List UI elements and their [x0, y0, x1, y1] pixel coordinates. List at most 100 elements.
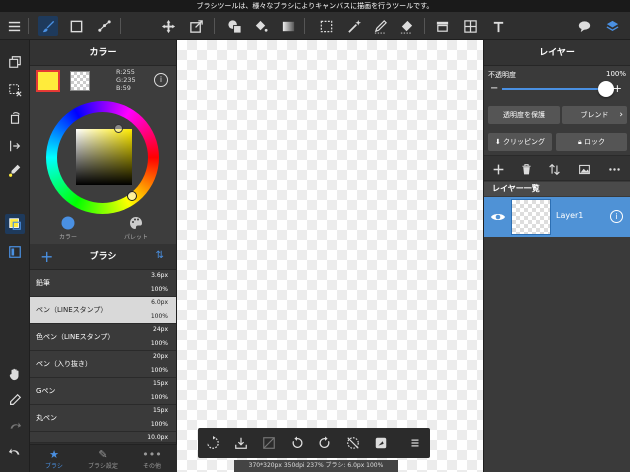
- brush-opacity: 100%: [150, 367, 168, 374]
- opacity-slider[interactable]: [502, 81, 614, 97]
- left-tool-strip: [0, 40, 30, 472]
- lock-label: ロック: [583, 138, 605, 146]
- tab-color-label: カラー: [58, 234, 77, 241]
- menu-more-icon[interactable]: [407, 435, 423, 451]
- brush-name: Gペン: [36, 387, 56, 395]
- bucket-icon[interactable]: [250, 16, 270, 36]
- tab-brush-label: ブラシ: [45, 463, 63, 470]
- hand-icon[interactable]: [5, 364, 25, 384]
- brush-item[interactable]: 色ペン（LINEスタンプ） 24px 100%: [30, 324, 176, 351]
- save-download-icon[interactable]: [233, 435, 249, 451]
- color-panel-toggle-icon[interactable]: [5, 214, 25, 234]
- layer-info-button[interactable]: i: [610, 210, 623, 223]
- opacity-decrease-button[interactable]: −: [490, 83, 498, 94]
- flip-icon[interactable]: [5, 136, 25, 156]
- brush-size: 10.0px: [147, 434, 168, 441]
- fill-shape-icon[interactable]: [224, 16, 244, 36]
- lock-button[interactable]: 🔒︎ ロック: [556, 133, 627, 151]
- sort-brush-button[interactable]: ⇅: [156, 250, 164, 261]
- store-icon[interactable]: [432, 16, 452, 36]
- tab-color[interactable]: カラー: [38, 216, 98, 242]
- blend-mode-button[interactable]: ブレンド ›: [562, 106, 627, 124]
- brush-panel: + ブラシ ⇅ 鉛筆 3.6px 100% ペン（LINEスタンプ） 6.0px 100%…: [30, 244, 177, 472]
- brush-size: 24px: [153, 326, 168, 333]
- eyedropper-icon[interactable]: [5, 390, 25, 410]
- rotate-right-icon[interactable]: [317, 435, 333, 451]
- color-circle-icon: [61, 216, 75, 230]
- layers-icon[interactable]: [602, 16, 622, 36]
- color-info-button[interactable]: i: [154, 73, 168, 87]
- tab-brush-settings[interactable]: ✎ ブラシ設定: [79, 448, 127, 470]
- foreground-color-swatch[interactable]: [36, 70, 60, 92]
- move-icon[interactable]: [158, 16, 178, 36]
- brush-name: ペン（入り抜き）: [36, 360, 92, 368]
- select-pen-icon-2[interactable]: [370, 16, 390, 36]
- blend-mode-label: ブレンド: [580, 111, 609, 119]
- tab-palette[interactable]: パレット: [106, 216, 166, 242]
- shape-icon[interactable]: [66, 16, 86, 36]
- eyedropper-color-icon[interactable]: [5, 160, 25, 180]
- canvas-size-icon[interactable]: [261, 435, 277, 451]
- delete-layer-icon[interactable]: [518, 161, 534, 177]
- layer-tool-row: [484, 155, 630, 181]
- speech-bubble-icon[interactable]: [574, 16, 594, 36]
- more-dots-icon: •••: [142, 448, 162, 461]
- transparent-canvas[interactable]: [177, 40, 483, 472]
- brush-item[interactable]: ペン（LINEスタンプ） 6.0px 100%: [30, 297, 176, 324]
- brush-item[interactable]: Gペン 15px 100%: [30, 378, 176, 405]
- rotation-lock-icon[interactable]: [345, 435, 361, 451]
- rotate-icon[interactable]: [5, 108, 25, 128]
- brush-settings-icon: ✎: [98, 448, 108, 461]
- opacity-slider-handle[interactable]: [598, 81, 614, 97]
- select-eraser-icon[interactable]: [396, 16, 416, 36]
- eye-icon[interactable]: [490, 209, 506, 225]
- undo-icon[interactable]: [5, 442, 25, 462]
- tab-brush[interactable]: ★ ブラシ: [30, 448, 78, 470]
- select-pen-icon[interactable]: [94, 16, 114, 36]
- magic-wand-icon[interactable]: [344, 16, 364, 36]
- snap-icon[interactable]: [373, 435, 389, 451]
- divider: [424, 18, 425, 34]
- hue-picker-handle[interactable]: [127, 191, 137, 201]
- menu-icon[interactable]: [4, 16, 24, 36]
- add-layer-icon[interactable]: [490, 161, 506, 177]
- text-icon[interactable]: [488, 16, 508, 36]
- layer-image-icon[interactable]: [576, 161, 592, 177]
- rotate-left-icon[interactable]: [289, 435, 305, 451]
- layer-name: Layer1: [556, 211, 584, 220]
- protect-alpha-button[interactable]: 透明度を保護: [488, 106, 560, 124]
- rotate-reset-icon[interactable]: [205, 435, 221, 451]
- panel-toggle-icon[interactable]: [5, 242, 25, 262]
- transform-icon[interactable]: [186, 16, 206, 36]
- reorder-layer-icon[interactable]: [546, 161, 562, 177]
- brush-item[interactable]: 丸ペン 15px 100%: [30, 405, 176, 432]
- brush-icon[interactable]: [38, 16, 58, 36]
- color-panel: カラー R:255 G:235 B:59 i カラー パレット: [30, 40, 177, 244]
- opacity-increase-button[interactable]: +: [613, 82, 622, 95]
- redo-icon[interactable]: [5, 416, 25, 436]
- clipping-button[interactable]: ⬇ クリッピング: [488, 133, 552, 151]
- select-rect-icon[interactable]: [316, 16, 336, 36]
- brush-item[interactable]: ペン（入り抜き） 20px 100%: [30, 351, 176, 378]
- layer-more-icon[interactable]: [606, 161, 622, 177]
- brush-name: 鉛筆: [36, 279, 50, 287]
- clipping-icon: ⬇: [494, 138, 504, 146]
- frame-icon[interactable]: [460, 16, 480, 36]
- tab-other-label: その他: [142, 463, 161, 470]
- tab-other[interactable]: ••• その他: [128, 448, 176, 470]
- rgb-b-value: B:59: [116, 84, 131, 92]
- brush-item[interactable]: 鉛筆 3.6px 100%: [30, 270, 176, 297]
- copy-layer-icon[interactable]: [5, 52, 25, 72]
- gradient-icon[interactable]: [278, 16, 298, 36]
- brush-name: ペン（LINEスタンプ）: [36, 306, 108, 314]
- brush-item[interactable]: 10.0px: [30, 432, 176, 443]
- layer-panel-title: レイヤー: [484, 40, 630, 66]
- layer-row[interactable]: Layer1 i: [484, 197, 630, 237]
- brush-opacity: 100%: [150, 421, 168, 428]
- saturation-value-square[interactable]: [76, 129, 132, 185]
- deselect-icon[interactable]: [5, 80, 25, 100]
- sv-picker-handle[interactable]: [114, 124, 123, 133]
- canvas-area[interactable]: [177, 40, 483, 472]
- opacity-label: 不透明度: [488, 71, 516, 79]
- background-color-swatch[interactable]: [70, 71, 90, 91]
